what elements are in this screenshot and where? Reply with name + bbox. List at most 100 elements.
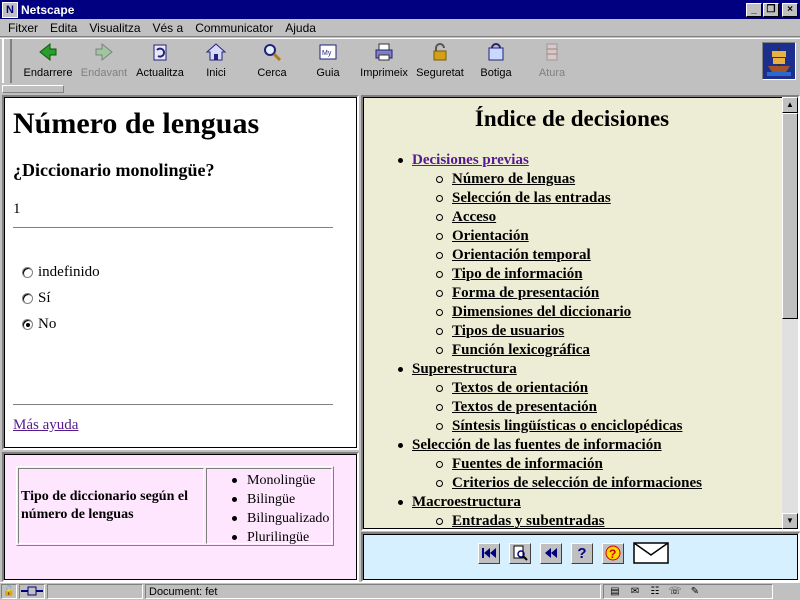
index-link[interactable]: Función lexicográfica — [452, 342, 590, 358]
netscape-logo[interactable] — [762, 42, 796, 80]
collapsed-toolbar-tab[interactable] — [2, 85, 64, 93]
index-section: Macroestructura — [396, 493, 702, 512]
scroll-up-button[interactable]: ▲ — [782, 97, 798, 113]
menu-view[interactable]: Visualitza — [83, 21, 146, 35]
status-bar: 🔓 Document: fet ▤ ✉ ☷ ☏ ✎ — [0, 582, 800, 600]
index-subsection: Criterios de selección de informaciones — [396, 474, 702, 493]
option-no[interactable]: No — [22, 316, 56, 333]
index-link[interactable]: Número de lenguas — [452, 171, 575, 187]
language-type-list: Monolingüe Bilingüe Bilingualizado Pluri… — [207, 471, 331, 547]
index-link[interactable]: Textos de presentación — [452, 399, 597, 415]
index-subsection: Selección de las entradas — [396, 189, 702, 208]
index-subsection: Síntesis lingüísticas o enciclopédicas — [396, 417, 702, 436]
index-link[interactable]: Entradas y subentradas — [452, 513, 605, 529]
index-link[interactable]: Dimensiones del diccionario — [452, 304, 631, 320]
index-link[interactable]: Tipo de información — [452, 266, 583, 282]
index-link[interactable]: Forma de presentación — [452, 285, 599, 301]
svg-text:?: ? — [609, 547, 616, 561]
composer-icon[interactable]: ✎ — [688, 586, 702, 598]
guide-button[interactable]: My Guia — [300, 39, 356, 81]
stop-button[interactable]: Atura — [524, 39, 580, 81]
summary-frame: Tipo de diccionario según el número de l… — [2, 452, 359, 582]
option-label: Sí — [38, 290, 51, 306]
menu-go[interactable]: Vés a — [147, 21, 190, 35]
newsgroup-icon[interactable]: ☷ — [648, 586, 662, 598]
search-label: Cerca — [257, 67, 287, 79]
index-link[interactable]: Orientación temporal — [452, 247, 591, 263]
back-button[interactable]: Endarrere — [20, 39, 76, 81]
status-text: Document: fet — [145, 584, 601, 599]
index-link[interactable]: Superestructura — [412, 361, 517, 377]
option-indefinido[interactable]: indefinido — [22, 264, 100, 281]
index-subsection: Fuentes de información — [396, 455, 702, 474]
index-subsection: Función lexicográfica — [396, 341, 702, 360]
index-link[interactable]: Orientación — [452, 228, 529, 244]
menu-edit[interactable]: Edita — [44, 21, 83, 35]
index-link[interactable]: Selección de las fuentes de información — [412, 437, 662, 453]
menu-help[interactable]: Ajuda — [279, 21, 322, 35]
lock-icon: 🔓 — [2, 585, 16, 597]
radio-si[interactable] — [22, 293, 33, 304]
window-title: Netscape — [21, 2, 75, 17]
connection-status[interactable] — [19, 584, 45, 599]
question-heading: Número de lenguas — [13, 107, 260, 140]
menu-file[interactable]: Fitxer — [2, 21, 44, 35]
previous-page-icon[interactable] — [540, 542, 562, 564]
toolbar-tab-row — [0, 84, 800, 94]
navigator-icon[interactable]: ▤ — [608, 586, 622, 598]
security-icon — [428, 41, 452, 63]
index-subsection: Tipos de usuarios — [396, 322, 702, 341]
list-item: Plurilingüe — [225, 528, 331, 547]
index-link[interactable]: Acceso — [452, 209, 496, 225]
index-link[interactable]: Síntesis lingüísticas o enciclopédicas — [452, 418, 682, 434]
help-icon[interactable]: ? — [571, 542, 593, 564]
messenger-icon[interactable]: ✉ — [628, 586, 642, 598]
restore-button[interactable]: ❐ — [763, 2, 779, 17]
radio-no[interactable] — [22, 319, 33, 330]
index-subsection: Entradas y subentradas — [396, 512, 702, 529]
browser-content: Número de lenguas ¿Diccionario monolingü… — [0, 94, 800, 582]
search-page-icon[interactable] — [509, 542, 531, 564]
security-button[interactable]: Seguretat — [412, 39, 468, 81]
search-button[interactable]: Cerca — [244, 39, 300, 81]
scroll-thumb[interactable] — [782, 113, 798, 319]
index-link[interactable]: Tipos de usuarios — [452, 323, 564, 339]
option-label: indefinido — [38, 264, 100, 280]
shop-label: Botiga — [480, 67, 512, 79]
divider — [13, 404, 333, 406]
index-subsection: Forma de presentación — [396, 284, 702, 303]
lock-status[interactable]: 🔓 — [1, 584, 17, 599]
index-link[interactable]: Criterios de selección de informaciones — [452, 475, 702, 491]
option-si[interactable]: Sí — [22, 290, 51, 307]
question-frame: Número de lenguas ¿Diccionario monolingü… — [2, 95, 359, 450]
print-button[interactable]: Imprimeix — [356, 39, 412, 81]
forward-button[interactable]: Endavant — [76, 39, 132, 81]
minimize-button[interactable]: _ — [746, 2, 762, 17]
reload-button[interactable]: Actualitza — [132, 39, 188, 81]
index-scrollbar[interactable]: ▲ ▼ — [782, 97, 798, 529]
more-help-link[interactable]: Más ayuda — [13, 417, 78, 434]
menu-communicator[interactable]: Communicator — [189, 21, 279, 35]
home-button[interactable]: Inici — [188, 39, 244, 81]
index-subsection: Tipo de información — [396, 265, 702, 284]
help-question-icon[interactable]: ? — [602, 542, 624, 564]
index-link[interactable]: Decisiones previas — [412, 152, 529, 168]
index-link[interactable]: Selección de las entradas — [452, 190, 611, 206]
index-link[interactable]: Textos de orientación — [452, 380, 588, 396]
scroll-down-button[interactable]: ▼ — [782, 513, 798, 529]
shop-icon — [484, 41, 508, 63]
close-button[interactable]: × — [782, 2, 798, 17]
first-page-icon[interactable] — [478, 542, 500, 564]
summary-list-cell: Monolingüe Bilingüe Bilingualizado Pluri… — [206, 468, 332, 547]
shop-button[interactable]: Botiga — [468, 39, 524, 81]
address-book-icon[interactable]: ☏ — [668, 586, 682, 598]
index-subsection: Dimensiones del diccionario — [396, 303, 702, 322]
index-link[interactable]: Macroestructura — [412, 494, 521, 510]
netscape-app-icon[interactable]: N — [2, 1, 18, 18]
radio-indefinido[interactable] — [22, 267, 33, 278]
toolbar-grip[interactable] — [2, 39, 12, 83]
progress-panel — [47, 584, 143, 599]
mail-icon[interactable] — [633, 542, 669, 564]
index-link[interactable]: Fuentes de información — [452, 456, 603, 472]
stop-icon — [540, 41, 564, 63]
